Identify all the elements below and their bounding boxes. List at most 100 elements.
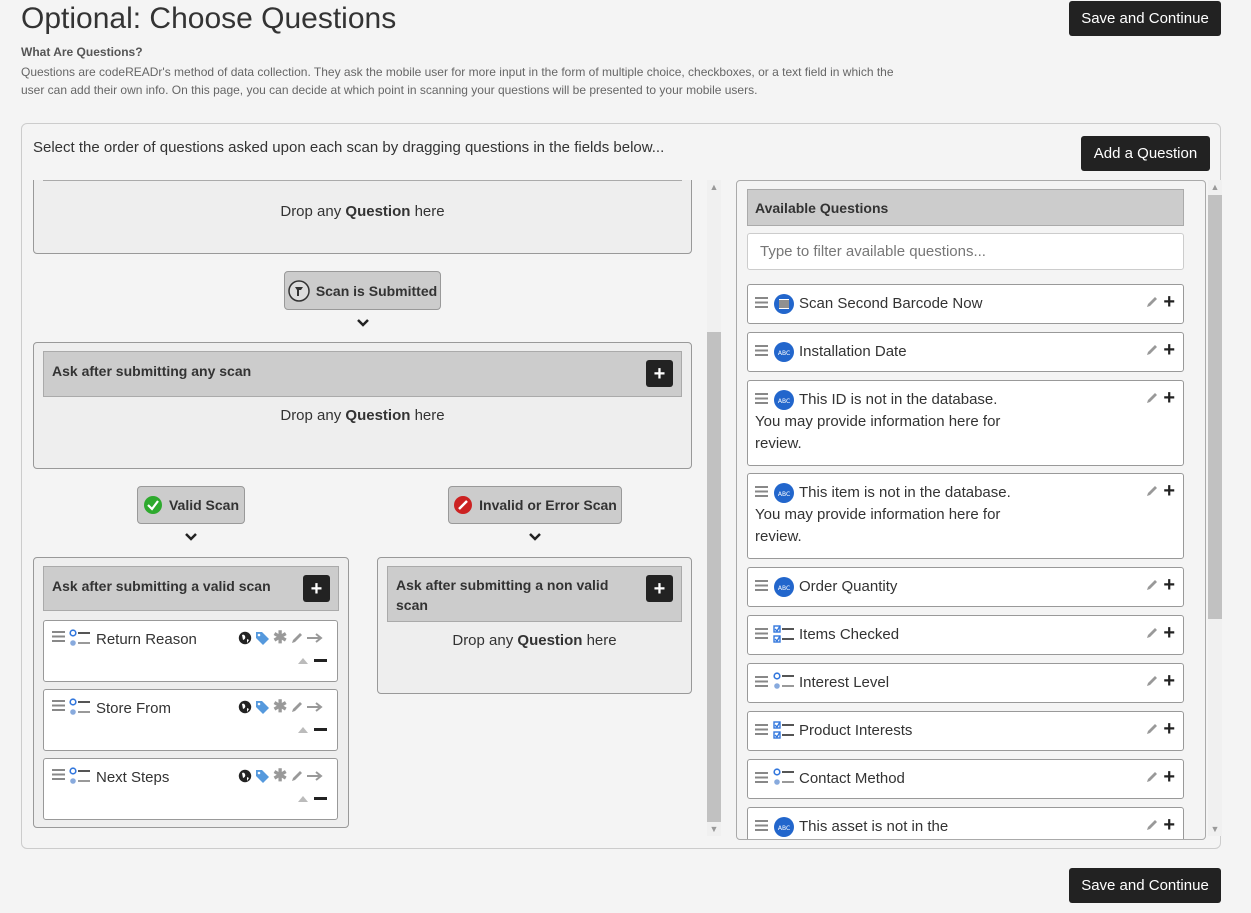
caret-up-icon[interactable] <box>298 727 308 733</box>
pencil-icon[interactable] <box>1145 343 1159 357</box>
available-question-label: This asset is not in the database. <box>799 818 949 835</box>
pencil-icon[interactable] <box>1145 391 1159 405</box>
plus-icon[interactable]: + <box>1163 623 1175 643</box>
drag-handle-icon[interactable] <box>52 700 65 711</box>
scroll-up-arrow[interactable]: ▲ <box>1208 180 1222 194</box>
available-question-item[interactable]: Items Checked + <box>747 615 1184 655</box>
minus-icon[interactable] <box>314 797 327 801</box>
asterisk-icon[interactable]: ✱ <box>273 629 287 646</box>
available-question-label: This item is not in the database. You ma… <box>755 484 1011 545</box>
minus-icon[interactable] <box>314 728 327 732</box>
invalid-scan-label: Invalid or Error Scan <box>479 497 617 513</box>
pencil-icon[interactable] <box>1145 722 1159 736</box>
available-scrollbar[interactable]: ▲ ▼ <box>1208 180 1222 836</box>
caret-up-icon[interactable] <box>298 796 308 802</box>
caret-up-icon[interactable] <box>298 658 308 664</box>
add-nonvalid-scan-question-button[interactable]: + <box>646 575 673 602</box>
drop-zone-nonvalid-scan[interactable]: Drop any Question here <box>378 632 691 649</box>
arrow-right-icon[interactable] <box>307 633 323 643</box>
plus-icon[interactable]: + <box>1163 292 1175 312</box>
check-circle-icon <box>143 496 162 514</box>
stage-nonvalid-scan[interactable]: Ask after submitting a non valid scan + … <box>377 557 692 694</box>
scan-submitted-trigger: Scan is Submitted <box>284 271 441 310</box>
plus-icon[interactable]: + <box>1163 671 1175 691</box>
nonvalid-scan-heading: Ask after submitting a non valid scan + <box>387 566 682 622</box>
available-question-item[interactable]: ABC Installation Date + <box>747 332 1184 372</box>
available-question-item[interactable]: ABC Order Quantity + <box>747 567 1184 607</box>
arrow-right-icon[interactable] <box>307 771 323 781</box>
question-label: Next Steps <box>96 769 170 786</box>
question-card[interactable]: Store From ✱ <box>43 689 338 751</box>
multiple-choice-icon <box>69 767 90 784</box>
pencil-icon[interactable] <box>1145 818 1159 832</box>
available-question-item[interactable]: ABC This asset is not in the database. + <box>747 807 1184 839</box>
minus-icon[interactable] <box>314 659 327 663</box>
questions-panel: Select the order of questions asked upon… <box>21 123 1222 849</box>
asterisk-icon[interactable]: ✱ <box>273 698 287 715</box>
globe-icon[interactable] <box>238 631 252 645</box>
available-questions-panel: Available Questions Scan Second Barcode … <box>736 180 1206 840</box>
plus-icon[interactable]: + <box>1163 815 1175 835</box>
plus-icon[interactable]: + <box>1163 719 1175 739</box>
page-title: Optional: Choose Questions <box>21 2 397 35</box>
available-question-label: This ID is not in the database. You may … <box>755 391 1001 452</box>
drop-zone-before-scan[interactable]: Drop any Question here <box>34 203 691 220</box>
plus-icon[interactable]: + <box>1163 575 1175 595</box>
plus-icon[interactable]: + <box>1163 388 1175 408</box>
asterisk-icon[interactable]: ✱ <box>273 767 287 784</box>
available-question-label: Product Interests <box>799 722 913 739</box>
plus-icon[interactable]: + <box>1163 767 1175 787</box>
available-question-item[interactable]: Contact Method + <box>747 759 1184 799</box>
scroll-down-arrow[interactable]: ▼ <box>707 822 721 836</box>
add-any-scan-question-button[interactable]: + <box>646 360 673 387</box>
pencil-icon[interactable] <box>1145 674 1159 688</box>
question-label: Return Reason <box>96 631 197 648</box>
scroll-down-arrow[interactable]: ▼ <box>1208 822 1222 836</box>
tag-icon[interactable] <box>255 769 270 783</box>
arrow-right-icon[interactable] <box>307 702 323 712</box>
plus-icon[interactable]: + <box>1163 481 1175 501</box>
pencil-icon[interactable] <box>1145 295 1159 309</box>
tag-icon[interactable] <box>255 631 270 645</box>
flow-scrollbar[interactable]: ▲ ▼ <box>707 180 721 836</box>
filter-questions-input[interactable] <box>747 233 1184 270</box>
chevron-down-icon <box>529 533 541 541</box>
globe-icon[interactable] <box>238 769 252 783</box>
stage-before-scan[interactable]: Drop any Question here <box>33 180 692 254</box>
drag-handle-icon[interactable] <box>52 631 65 642</box>
save-continue-button-bottom[interactable]: Save and Continue <box>1069 868 1221 903</box>
scroll-thumb[interactable] <box>1208 195 1222 619</box>
pencil-icon[interactable] <box>1145 626 1159 640</box>
scroll-thumb[interactable] <box>707 332 721 822</box>
question-card[interactable]: Return Reason ✱ <box>43 620 338 682</box>
chevron-down-icon <box>185 533 197 541</box>
save-continue-button-top[interactable]: Save and Continue <box>1069 1 1221 36</box>
available-question-label: Items Checked <box>799 626 900 643</box>
drop-zone-any-scan[interactable]: Drop any Question here <box>34 407 691 424</box>
stage-any-scan[interactable]: Ask after submitting any scan + Drop any… <box>33 342 692 469</box>
question-card[interactable]: Next Steps ✱ <box>43 758 338 820</box>
pencil-icon[interactable] <box>290 769 304 783</box>
available-question-item[interactable]: Product Interests + <box>747 711 1184 751</box>
available-question-label: Contact Method <box>799 770 905 787</box>
pencil-icon[interactable] <box>1145 770 1159 784</box>
intro-heading: What Are Questions? <box>21 45 143 59</box>
pencil-icon[interactable] <box>290 631 304 645</box>
add-valid-scan-question-button[interactable]: + <box>303 575 330 602</box>
pencil-icon[interactable] <box>1145 484 1159 498</box>
add-question-button[interactable]: Add a Question <box>1081 136 1210 171</box>
tag-icon[interactable] <box>255 700 270 714</box>
pencil-icon[interactable] <box>1145 578 1159 592</box>
drag-handle-icon[interactable] <box>52 769 65 780</box>
available-question-item[interactable]: Scan Second Barcode Now + <box>747 284 1184 324</box>
scroll-up-arrow[interactable]: ▲ <box>707 180 721 194</box>
globe-icon[interactable] <box>238 700 252 714</box>
plus-icon[interactable]: + <box>1163 340 1175 360</box>
stage-valid-scan[interactable]: Ask after submitting a valid scan + Retu… <box>33 557 349 828</box>
available-question-item[interactable]: Interest Level + <box>747 663 1184 703</box>
multiple-choice-icon <box>69 698 90 715</box>
pencil-icon[interactable] <box>290 700 304 714</box>
available-question-item[interactable]: ABC This item is not in the database. Yo… <box>747 473 1184 559</box>
available-question-item[interactable]: ABC This ID is not in the database. You … <box>747 380 1184 466</box>
valid-scan-trigger: Valid Scan <box>137 486 245 524</box>
